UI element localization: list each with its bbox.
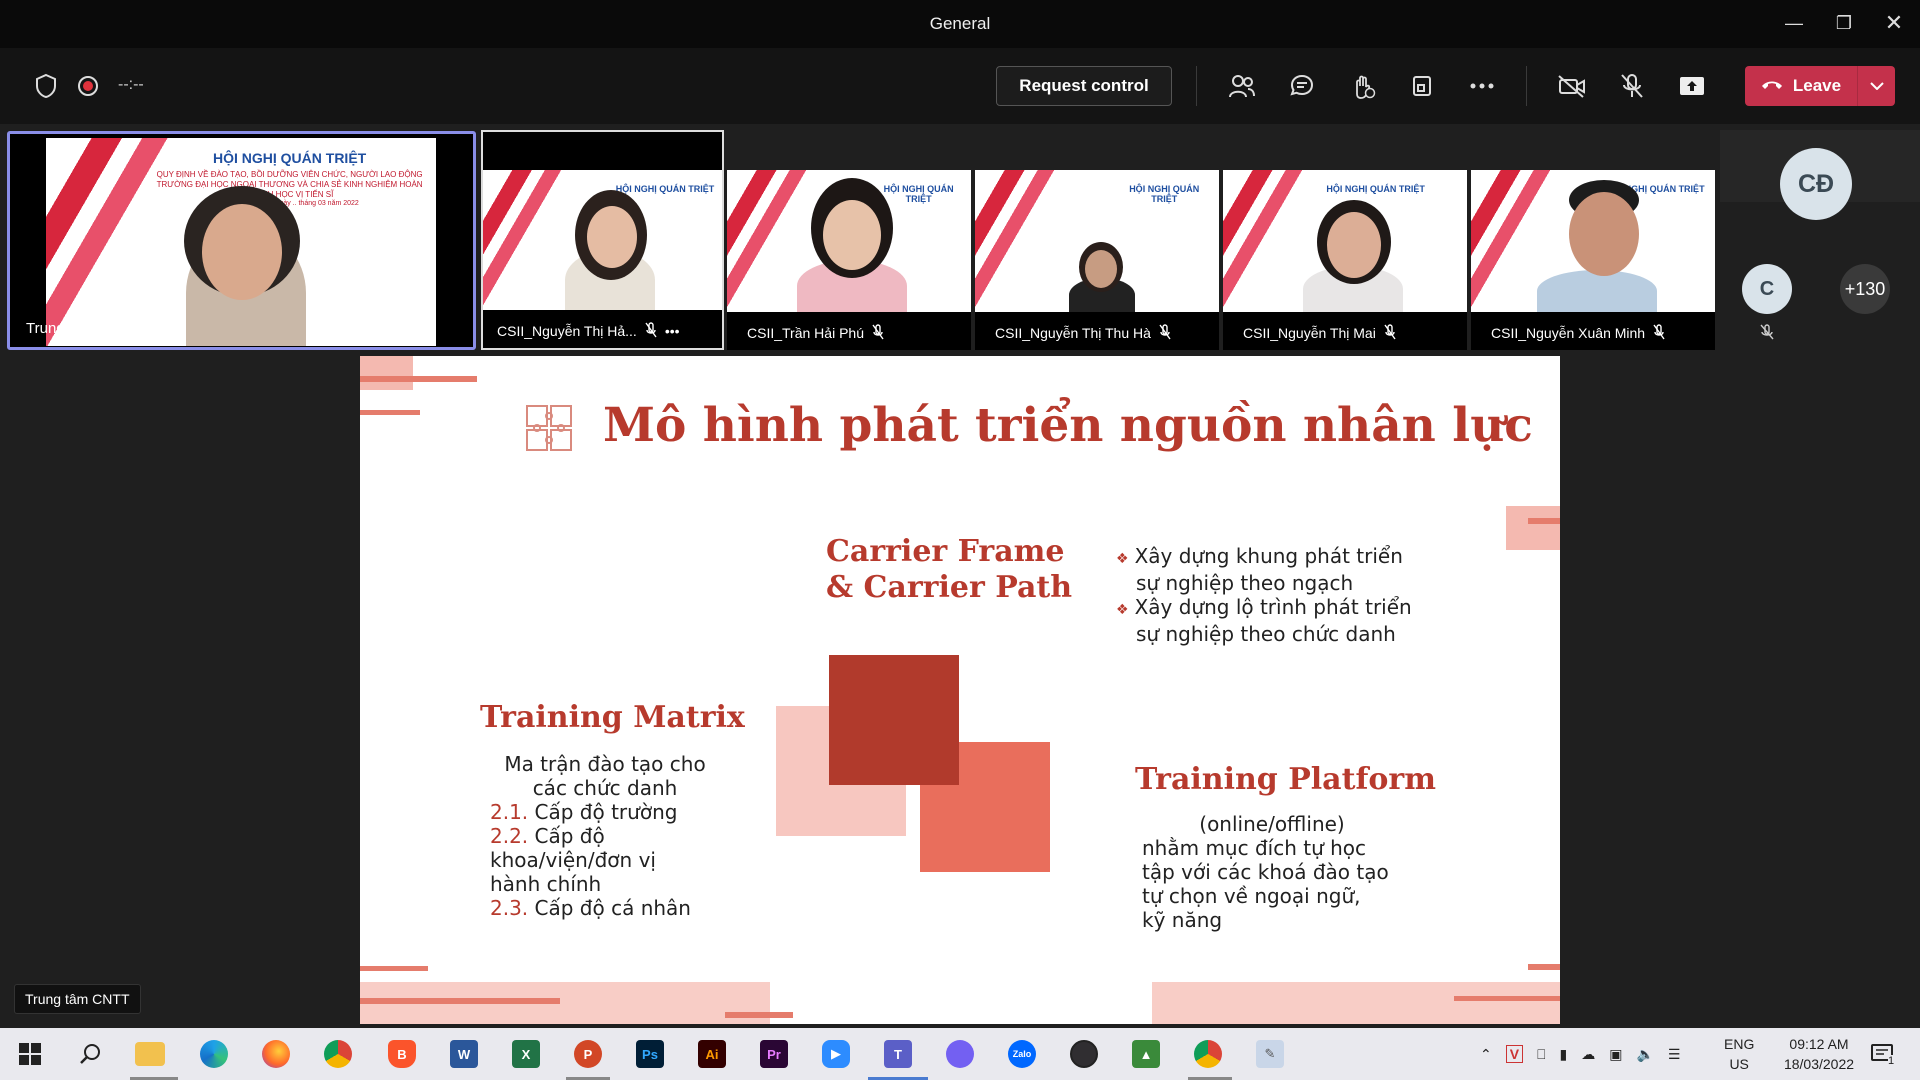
featured-video-tile[interactable]: HỘI NGHỊ QUÁN TRIỆT QUY ĐỊNH VỀ ĐÀO TẠO,… <box>7 131 476 350</box>
participant-name-tag: CSII_Trần Hải Phú <box>739 320 892 346</box>
view-icon[interactable] <box>1402 66 1442 106</box>
battery-icon[interactable]: ▮ <box>1559 1046 1567 1063</box>
chat-icon[interactable] <box>1282 66 1322 106</box>
avatar-small[interactable]: C <box>1742 264 1792 314</box>
mic-off-icon[interactable] <box>1612 66 1652 106</box>
training-matrix-text: Ma trận đào tạo cho các chức danh 2.1. C… <box>490 752 706 920</box>
volume-icon[interactable]: 🔈 <box>1636 1046 1653 1063</box>
share-screen-icon[interactable] <box>1672 66 1712 106</box>
close-button[interactable]: ✕ <box>1872 8 1916 38</box>
mic-muted-icon <box>1384 323 1396 343</box>
powerpoint-icon[interactable]: P <box>570 1036 606 1072</box>
zoom-icon[interactable]: ▶ <box>818 1036 854 1072</box>
paint-icon[interactable]: ✎ <box>1252 1036 1288 1072</box>
mic-muted-icon <box>1159 323 1171 343</box>
participant-tile[interactable]: HỘI NGHỊ QUÁN TRIỆT CSII_Nguyễn Xuân Min… <box>1471 170 1715 350</box>
request-control-button[interactable]: Request control <box>996 66 1172 106</box>
leave-button[interactable]: Leave <box>1745 66 1895 106</box>
participants-icon[interactable] <box>1222 66 1262 106</box>
presenter-tooltip: Trung tâm CNTT <box>14 984 141 1014</box>
more-options-icon[interactable] <box>1462 66 1502 106</box>
camera-off-icon[interactable] <box>1552 66 1592 106</box>
participant-name-tag: CSII_Nguyễn Thị Mai <box>1235 320 1404 346</box>
system-tray: ⌃ V ⎕ ▮ ☁ ▣ 🔈 ☰ <box>1480 1028 1680 1080</box>
windows-start-icon[interactable] <box>12 1036 48 1072</box>
featured-name-tag: Trung tâm CNTT <box>18 315 170 341</box>
search-icon[interactable] <box>72 1036 108 1072</box>
chrome-icon[interactable] <box>1190 1036 1226 1072</box>
edge-icon[interactable] <box>196 1036 232 1072</box>
phone-hangup-icon <box>1761 76 1783 96</box>
chevron-up-icon[interactable]: ⌃ <box>1480 1046 1492 1063</box>
window-title: General <box>929 14 991 33</box>
brave-icon[interactable]: B <box>384 1036 420 1072</box>
mic-muted-icon <box>1760 324 1774 345</box>
illustrator-icon[interactable]: Ai <box>694 1036 730 1072</box>
antivirus-icon[interactable]: V <box>1505 1045 1524 1063</box>
meeting-timer: --:-- <box>118 76 144 93</box>
leave-label: Leave <box>1792 76 1842 95</box>
training-platform-text: (online/offline) nhằm mục đích tự học tậ… <box>1142 812 1389 932</box>
mic-muted-icon <box>872 323 884 343</box>
shared-slide: Mô hình phát triển nguồn nhân lực Carrie… <box>360 356 1560 1024</box>
slide-title: Mô hình phát triển nguồn nhân lực <box>603 398 1533 453</box>
teams-icon[interactable]: T <box>880 1036 916 1072</box>
training-platform-heading: Training Platform <box>1135 762 1436 797</box>
participant-tile[interactable]: HỘI NGHỊ QUÁN TRIỆT CSII_Nguyễn Thị Hả..… <box>481 130 724 350</box>
minimize-button[interactable]: — <box>1772 8 1816 38</box>
participant-tile[interactable]: HỘI NGHỊ QUÁN TRIỆT CSII_Nguyễn Thị Mai <box>1223 170 1467 350</box>
carrier-bullets: ❖ Xây dựng khung phát triển sự nghiệp the… <box>1116 544 1412 646</box>
training-matrix-heading: Training Matrix <box>480 700 745 735</box>
excel-icon[interactable]: X <box>508 1036 544 1072</box>
participant-name-tag: CSII_Nguyễn Thị Hả... ••• <box>489 318 688 344</box>
participant-name-tag: CSII_Nguyễn Xuân Minh <box>1483 320 1674 346</box>
participant-tile[interactable]: HỘI NGHỊ QUÁN TRIỆT CSII_Nguyễn Thị Thu … <box>975 170 1219 350</box>
mic-muted-icon <box>1653 323 1665 343</box>
shield-icon[interactable] <box>26 66 66 106</box>
word-icon[interactable]: W <box>446 1036 482 1072</box>
screen-share-icon <box>146 319 162 337</box>
zalo-icon[interactable]: Zalo <box>1004 1036 1040 1072</box>
title-bar: General — ❐ ✕ <box>0 0 1920 48</box>
participant-tile[interactable]: HỘI NGHỊ QUÁN TRIỆT CSII_Trần Hải Phú <box>727 170 971 350</box>
puzzle-icon <box>523 402 577 461</box>
taskbar: B W X P Ps Ai Pr ▶ T Zalo ▲ ✎ ⌃ V ⎕ ▮ ☁ … <box>0 1028 1920 1080</box>
cloud-icon[interactable]: ☁ <box>1581 1046 1595 1063</box>
app-chart-icon[interactable]: ▲ <box>1128 1036 1164 1072</box>
device-icon[interactable]: ⎕ <box>1537 1046 1545 1063</box>
language-indicator[interactable]: ENG US <box>1724 1028 1754 1080</box>
display-icon[interactable]: ▣ <box>1609 1046 1622 1063</box>
obs-icon[interactable] <box>1066 1036 1102 1072</box>
file-explorer-icon[interactable] <box>132 1036 168 1072</box>
more-icon[interactable]: ••• <box>665 323 680 339</box>
carrier-heading: Carrier Frame & Carrier Path <box>826 534 1073 605</box>
avatar-large[interactable]: CĐ <box>1780 148 1852 220</box>
chrome-icon[interactable] <box>320 1036 356 1072</box>
presenter-face <box>202 204 282 300</box>
participant-name-tag: CSII_Nguyễn Thị Thu Hà <box>987 320 1179 346</box>
chevron-down-icon[interactable] <box>1858 82 1895 90</box>
firefox-icon[interactable] <box>258 1036 294 1072</box>
clock[interactable]: 09:12 AM 18/03/2022 <box>1770 1028 1868 1080</box>
premiere-icon[interactable]: Pr <box>756 1036 792 1072</box>
recording-icon <box>68 66 108 106</box>
viber-icon[interactable] <box>942 1036 978 1072</box>
restore-button[interactable]: ❐ <box>1822 8 1866 38</box>
wifi-icon[interactable]: ☰ <box>1668 1046 1681 1063</box>
mic-muted-icon <box>645 321 657 341</box>
overflow-participants[interactable]: +130 <box>1840 264 1890 314</box>
notification-icon[interactable]: 1 <box>1870 1028 1895 1080</box>
photoshop-icon[interactable]: Ps <box>632 1036 668 1072</box>
reactions-icon[interactable] <box>1342 66 1382 106</box>
